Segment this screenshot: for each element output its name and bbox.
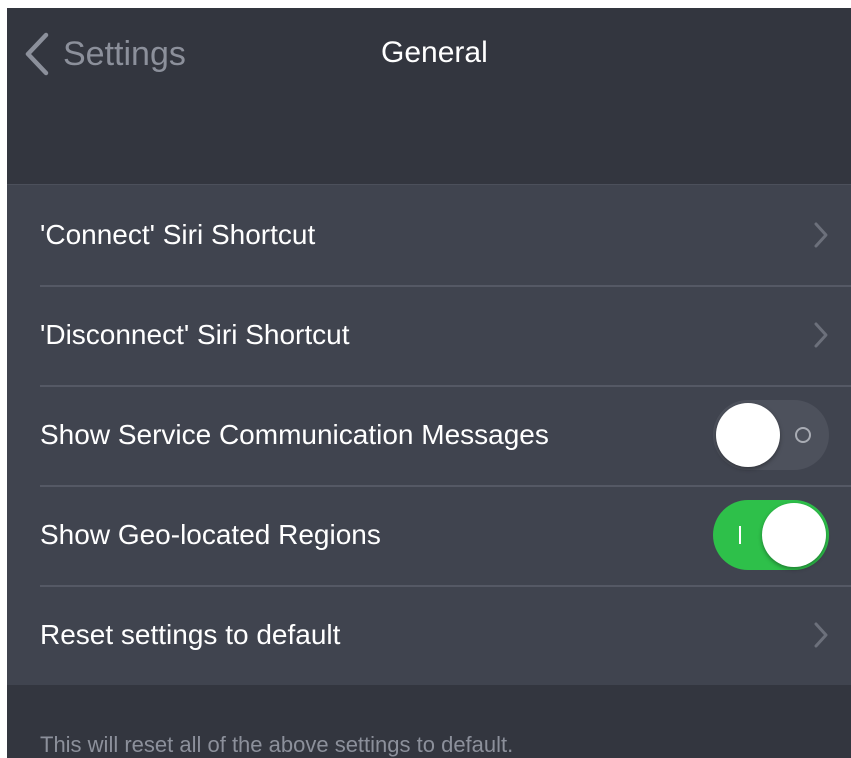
row-label: Reset settings to default bbox=[40, 619, 341, 650]
toggle-off-mark-icon bbox=[795, 427, 811, 443]
connect-siri-shortcut-row[interactable]: 'Connect' Siri Shortcut bbox=[7, 185, 851, 285]
navigation-bar: Settings General bbox=[7, 8, 851, 184]
chevron-right-icon bbox=[813, 621, 829, 649]
service-communication-messages-toggle[interactable] bbox=[713, 400, 829, 470]
row-label: 'Connect' Siri Shortcut bbox=[40, 219, 316, 250]
chevron-right-icon bbox=[813, 321, 829, 349]
geo-located-regions-toggle[interactable] bbox=[713, 500, 829, 570]
row-label: Show Geo-located Regions bbox=[40, 519, 381, 550]
chevron-left-icon bbox=[25, 32, 49, 76]
row-label: 'Disconnect' Siri Shortcut bbox=[40, 319, 350, 350]
toggle-on-mark-icon bbox=[739, 526, 741, 544]
back-button[interactable]: Settings bbox=[25, 32, 186, 76]
settings-list: 'Connect' Siri Shortcut 'Disconnect' Sir… bbox=[7, 184, 851, 685]
back-label: Settings bbox=[63, 34, 186, 73]
reset-settings-row[interactable]: Reset settings to default bbox=[7, 585, 851, 685]
chevron-right-icon bbox=[813, 221, 829, 249]
service-communication-messages-row: Show Service Communication Messages bbox=[7, 385, 851, 485]
disconnect-siri-shortcut-row[interactable]: 'Disconnect' Siri Shortcut bbox=[7, 285, 851, 385]
geo-located-regions-row: Show Geo-located Regions bbox=[7, 485, 851, 585]
row-label: Show Service Communication Messages bbox=[40, 419, 549, 450]
toggle-knob bbox=[716, 403, 780, 467]
toggle-knob bbox=[762, 503, 826, 567]
page-title: General bbox=[381, 36, 488, 69]
settings-screen: Settings General 'Connect' Siri Shortcut… bbox=[7, 8, 851, 758]
reset-footer-note: This will reset all of the above setting… bbox=[40, 732, 514, 757]
